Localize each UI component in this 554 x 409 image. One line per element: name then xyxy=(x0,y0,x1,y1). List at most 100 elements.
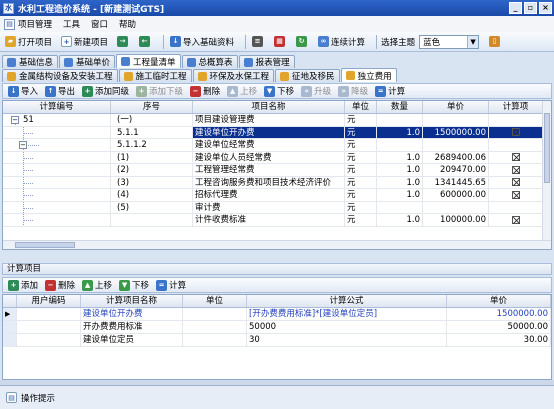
col-seq[interactable]: 序号 xyxy=(111,101,193,113)
promote-button[interactable]: «升级 xyxy=(299,83,333,99)
price-cell[interactable] xyxy=(423,139,489,151)
checkbox-icon[interactable] xyxy=(511,190,520,199)
menu-window[interactable]: 窗口 xyxy=(91,18,108,30)
col-user-code[interactable]: 用户编码 xyxy=(17,295,81,307)
calc-flag-cell[interactable] xyxy=(489,151,543,163)
calc-unit-cell[interactable] xyxy=(183,334,247,346)
main-grid-horizontal-scrollbar[interactable] xyxy=(3,240,551,249)
refresh-button[interactable]: ↻ xyxy=(294,34,311,50)
main-grid-vertical-scrollbar[interactable] xyxy=(542,101,551,240)
calc-flag-cell[interactable] xyxy=(489,189,543,201)
unit-cell[interactable]: 元 xyxy=(345,189,377,201)
move-up-button[interactable]: ▲ 上移 xyxy=(225,83,259,99)
seq-cell[interactable]: (2) xyxy=(111,164,193,176)
seq-cell[interactable]: (1) xyxy=(111,151,193,163)
qty-cell[interactable] xyxy=(377,201,423,213)
tab-base-price[interactable]: 基础单价 xyxy=(59,55,116,68)
name-cell[interactable]: 招标代理费 xyxy=(193,189,345,201)
calc-add-button[interactable]: + 添加 xyxy=(6,277,40,293)
calc-flag-cell[interactable] xyxy=(489,126,543,138)
menu-tools[interactable]: 工具 xyxy=(63,18,80,30)
add-child-button[interactable]: + 添加下级 xyxy=(134,83,185,99)
tab-basic-info[interactable]: 基础信息 xyxy=(2,55,59,68)
tab-quantity-list[interactable]: 工程量清单 xyxy=(116,54,181,68)
name-cell[interactable]: 审计费 xyxy=(193,201,345,213)
qty-cell[interactable]: 1.0 xyxy=(377,189,423,201)
price-cell[interactable]: 600000.00 xyxy=(423,189,489,201)
seq-cell[interactable]: (4) xyxy=(111,189,193,201)
table-row[interactable]: (4) 招标代理费元 1.0 600000.00 xyxy=(3,189,551,202)
col-calc-price[interactable]: 单价 xyxy=(447,295,551,307)
col-item-name[interactable]: 项目名称 xyxy=(193,101,345,113)
price-cell[interactable] xyxy=(423,201,489,213)
restore-button[interactable]: ▫ xyxy=(524,2,537,14)
tab-total-estimate[interactable]: 总概算表 xyxy=(181,55,238,68)
qty-cell[interactable]: 1.0 xyxy=(377,214,423,226)
calc-unit-cell[interactable] xyxy=(183,308,247,320)
qty-cell[interactable]: 1.0 xyxy=(377,164,423,176)
price-cell[interactable]: 1500000.00 xyxy=(423,126,489,138)
unit-cell[interactable]: 元 xyxy=(345,151,377,163)
price-cell[interactable]: 1341445.65 xyxy=(423,176,489,188)
import-base-button[interactable]: ↓ 导入基础资料 xyxy=(168,34,236,50)
user-code-cell[interactable] xyxy=(17,308,81,320)
col-formula[interactable]: 计算公式 xyxy=(247,295,447,307)
calc-flag-cell[interactable] xyxy=(489,176,543,188)
table-button[interactable]: ▦ xyxy=(272,34,289,50)
qty-cell[interactable]: 1.0 xyxy=(377,126,423,138)
tree-expander-icon[interactable]: − xyxy=(11,116,19,124)
name-cell[interactable]: 建设单位经常费 xyxy=(193,139,345,151)
calc-calculate-button[interactable]: = 计算 xyxy=(154,277,188,293)
calc-name-cell[interactable]: 开办费费用标准 xyxy=(81,321,183,333)
unit-cell[interactable]: 元 xyxy=(345,139,377,151)
checkbox-icon[interactable] xyxy=(511,215,520,224)
table-row[interactable]: (1) 建设单位人员经常费元 1.0 2689400.06 xyxy=(3,151,551,164)
seq-cell[interactable]: (3) xyxy=(111,176,193,188)
checkbox-icon[interactable] xyxy=(511,153,520,161)
close-button[interactable]: × xyxy=(539,2,552,14)
theme-select[interactable]: 蓝色 ▼ xyxy=(419,34,480,49)
tree-cell[interactable] xyxy=(3,189,111,201)
demote-button[interactable]: » 降级 xyxy=(336,83,370,99)
tree-cell[interactable] xyxy=(3,151,111,163)
new-project-button[interactable]: + 新建项目 xyxy=(59,34,110,50)
unit-cell[interactable]: 元 xyxy=(345,126,377,138)
price-cell[interactable]: 100000.00 xyxy=(423,214,489,226)
seq-cell[interactable]: (一) xyxy=(111,114,193,126)
table-row[interactable]: −51 (一) 项目建设管理费元 xyxy=(3,114,551,127)
tab-environmental[interactable]: 环保及水保工程 xyxy=(192,69,275,82)
menu-project-management[interactable]: 项目管理 xyxy=(18,18,52,30)
table-row[interactable]: (2) 工程管理经常费元 1.0 209470.00 xyxy=(3,164,551,177)
tab-independent-fees[interactable]: 独立费用 xyxy=(340,68,397,82)
calculate-button[interactable]: = 计算 xyxy=(373,83,407,99)
calc-price-cell[interactable]: 30.00 xyxy=(447,334,551,346)
minimize-button[interactable]: _ xyxy=(509,2,522,14)
table-row[interactable]: 5.1.1 建设单位开办费元 1.0 1500000.00 xyxy=(3,126,551,139)
name-cell[interactable]: 建设单位开办费 xyxy=(193,126,345,138)
price-cell[interactable]: 209470.00 xyxy=(423,164,489,176)
table-row[interactable]: − 5.1.1.2 建设单位经常费元 xyxy=(3,139,551,152)
calc-flag-cell[interactable] xyxy=(489,114,543,126)
tree-expander-icon[interactable]: − xyxy=(19,141,27,149)
delete-button[interactable]: − 删除 xyxy=(188,83,222,99)
calc-price-cell[interactable]: 50000.00 xyxy=(447,321,551,333)
import-button[interactable]: ↓ 导入 xyxy=(6,83,40,99)
scroll-thumb[interactable] xyxy=(15,242,75,248)
calc-flag-cell[interactable] xyxy=(489,139,543,151)
col-calc-unit[interactable]: 单位 xyxy=(183,295,247,307)
qty-cell[interactable]: 1.0 xyxy=(377,151,423,163)
calc-name-cell[interactable]: 建设单位定员 xyxy=(81,334,183,346)
open-project-button[interactable]: ▰ 打开项目 xyxy=(3,34,54,50)
table-row[interactable]: 计件收费标准元 1.0 100000.00 xyxy=(3,214,551,227)
calc-up-button[interactable]: ▲ 上移 xyxy=(80,277,114,293)
calc-price-cell[interactable]: 1500000.00 xyxy=(447,308,551,320)
unit-cell[interactable]: 元 xyxy=(345,114,377,126)
unit-cell[interactable]: 元 xyxy=(345,201,377,213)
calc-flag-cell[interactable] xyxy=(489,214,543,226)
add-same-level-button[interactable]: + 添加同级 xyxy=(80,83,131,99)
calc-flag-cell[interactable] xyxy=(489,201,543,213)
unit-cell[interactable]: 元 xyxy=(345,164,377,176)
col-calc-item[interactable]: 计算项 xyxy=(489,101,543,113)
tree-cell[interactable] xyxy=(3,164,111,176)
formula-cell[interactable]: 30 xyxy=(247,334,447,346)
